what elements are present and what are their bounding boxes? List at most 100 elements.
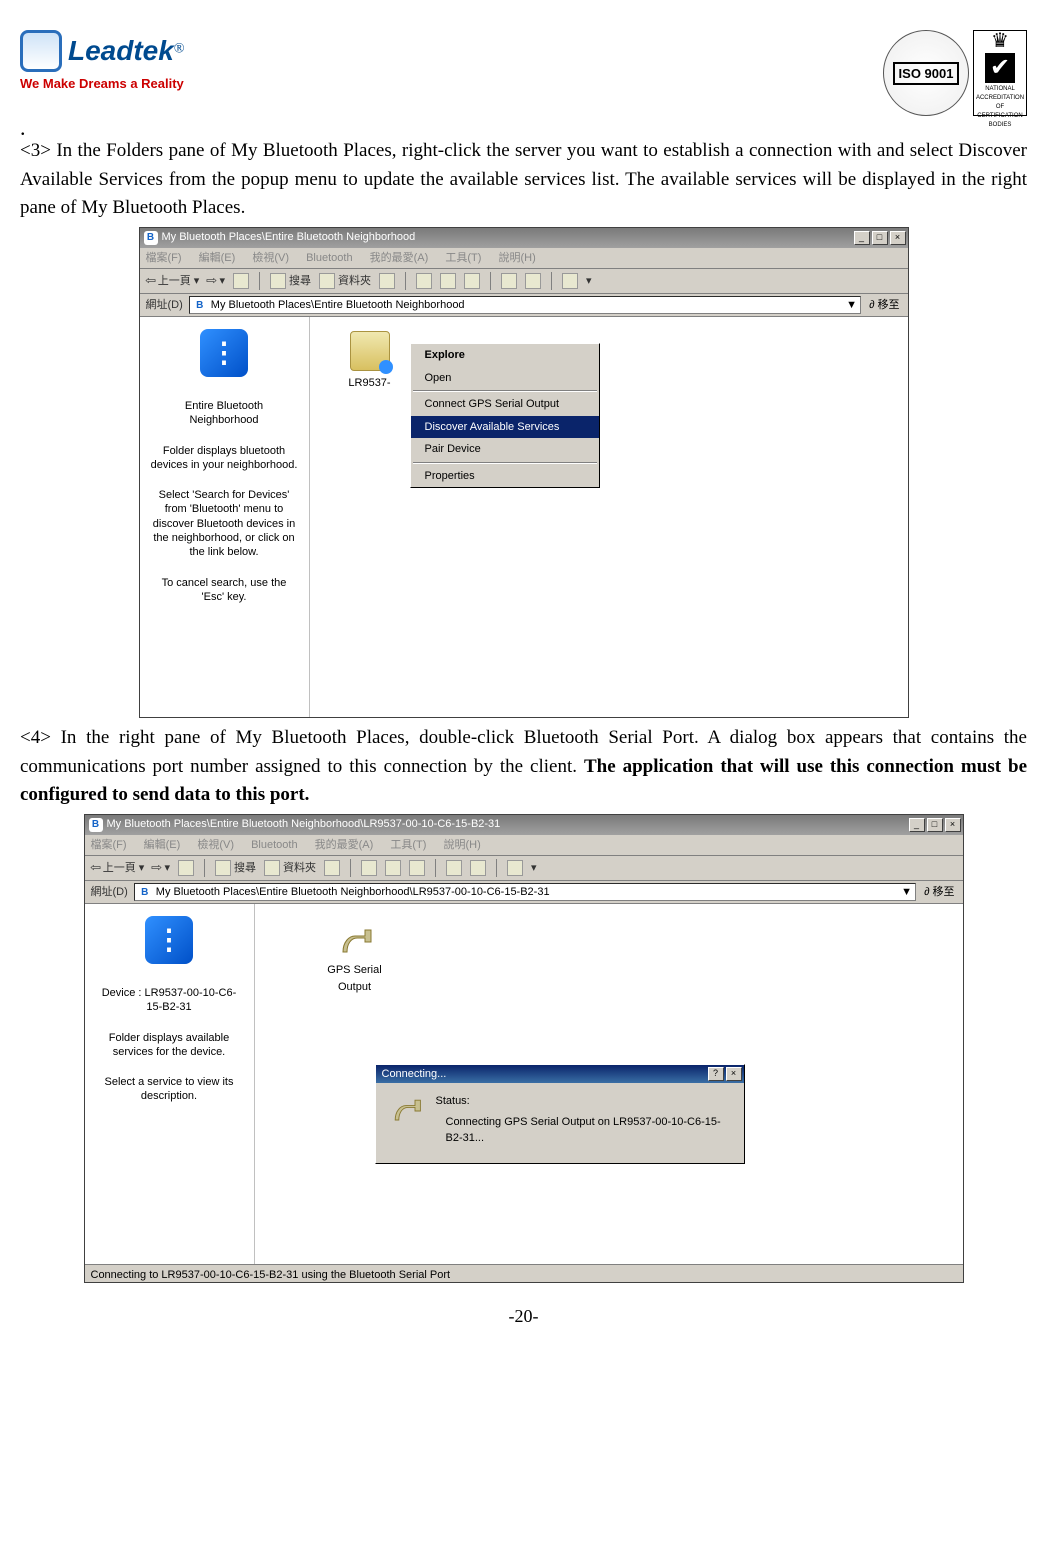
back-button[interactable]: ⇦上一頁 ▾: [91, 860, 145, 877]
brand-logo: Leadtek® We Make Dreams a Reality: [20, 30, 184, 94]
bluetooth-logo-icon: ⋮: [145, 916, 193, 964]
device-item[interactable]: LR9537-: [330, 331, 410, 392]
bluetooth-logo-icon: ⋮: [200, 329, 248, 377]
brand-tagline: We Make Dreams a Reality: [20, 74, 184, 94]
instruction-step-3: <3> In the Folders pane of My Bluetooth …: [20, 137, 1027, 223]
menu-bar[interactable]: 檔案(F) 編輯(E) 檢視(V) Bluetooth 我的最愛(A) 工具(T…: [85, 835, 963, 857]
pane-desc-1: Folder displays bluetooth devices in you…: [150, 444, 299, 473]
logo-mark-icon: [20, 30, 62, 72]
search-button[interactable]: 搜尋: [215, 860, 256, 877]
menu-file[interactable]: 檔案(F): [91, 839, 127, 851]
ctx-connect[interactable]: Connect GPS Serial Output: [411, 393, 599, 416]
pane-desc-3: To cancel search, use the 'Esc' key.: [150, 576, 299, 605]
go-button[interactable]: ∂移至: [920, 884, 958, 901]
address-bar: 網址(D) B My Bluetooth Places\Entire Bluet…: [85, 881, 963, 904]
toolbar: ⇦上一頁 ▾ ⇨ ▾ 搜尋 資料夾 ▾: [140, 269, 908, 294]
copy-icon[interactable]: [385, 860, 401, 876]
menu-help[interactable]: 說明(H): [498, 252, 535, 264]
menu-view[interactable]: 檢視(V): [252, 252, 289, 264]
maximize-button[interactable]: □: [872, 231, 888, 245]
menu-favorites[interactable]: 我的最愛(A): [370, 252, 429, 264]
menu-tools[interactable]: 工具(T): [445, 252, 481, 264]
back-button[interactable]: ⇦上一頁 ▾: [146, 273, 200, 290]
page-header: Leadtek® We Make Dreams a Reality ISO 90…: [20, 30, 1027, 122]
menu-view[interactable]: 檢視(V): [197, 839, 234, 851]
up-icon[interactable]: [178, 860, 194, 876]
titlebar[interactable]: B My Bluetooth Places\Entire Bluetooth N…: [140, 228, 908, 248]
certification-badges: ISO 9001 ♛ ✔ NATIONAL ACCREDITATION OF C…: [883, 30, 1027, 116]
copy-icon[interactable]: [440, 273, 456, 289]
info-pane: ⋮ Entire Bluetooth Neighborhood Folder d…: [140, 317, 310, 717]
minimize-button[interactable]: _: [909, 818, 925, 832]
maximize-button[interactable]: □: [927, 818, 943, 832]
pane-desc-1: Folder displays available services for t…: [95, 1031, 244, 1060]
connecting-dialog: Connecting... ? × Status: Connecting GPS…: [375, 1064, 745, 1164]
menu-bar[interactable]: 檔案(F) 編輯(E) 檢視(V) Bluetooth 我的最愛(A) 工具(T…: [140, 248, 908, 270]
accreditation-badge-icon: ♛ ✔ NATIONAL ACCREDITATION OF CERTIFICAT…: [973, 30, 1027, 116]
content-pane[interactable]: GPS Serial Output Connecting... ? × Stat…: [255, 904, 963, 1264]
dialog-titlebar[interactable]: Connecting... ? ×: [376, 1065, 744, 1083]
forward-button[interactable]: ⇨ ▾: [207, 273, 225, 290]
titlebar[interactable]: B My Bluetooth Places\Entire Bluetooth N…: [85, 815, 963, 835]
service-item[interactable]: GPS Serial Output: [315, 922, 395, 995]
registered-mark: ®: [174, 42, 185, 57]
menu-edit[interactable]: 編輯(E): [144, 839, 181, 851]
pane-title: Entire Bluetooth Neighborhood: [150, 399, 299, 428]
paste-icon[interactable]: [409, 860, 425, 876]
menu-help[interactable]: 說明(H): [443, 839, 480, 851]
address-input[interactable]: B My Bluetooth Places\Entire Bluetooth N…: [134, 883, 916, 901]
up-icon[interactable]: [233, 273, 249, 289]
cut-icon[interactable]: [361, 860, 377, 876]
bluetooth-icon: B: [89, 818, 103, 832]
screenshot-1-window: B My Bluetooth Places\Entire Bluetooth N…: [139, 227, 909, 719]
iso-badge-icon: ISO 9001: [883, 30, 969, 116]
ctx-explore[interactable]: Explore: [411, 344, 599, 367]
bluetooth-icon: B: [144, 231, 158, 245]
close-button[interactable]: ×: [890, 231, 906, 245]
views-icon[interactable]: [507, 860, 523, 876]
ctx-open[interactable]: Open: [411, 367, 599, 390]
ctx-pair[interactable]: Pair Device: [411, 438, 599, 461]
bluetooth-icon: B: [193, 298, 207, 312]
window-title: My Bluetooth Places\Entire Bluetooth Nei…: [162, 229, 416, 246]
service-label: GPS Serial Output: [315, 962, 395, 995]
minimize-button[interactable]: _: [854, 231, 870, 245]
menu-favorites[interactable]: 我的最愛(A): [315, 839, 374, 851]
forward-button[interactable]: ⇨ ▾: [152, 860, 170, 877]
history-icon[interactable]: [379, 273, 395, 289]
status-text: Connecting GPS Serial Output on LR9537-0…: [436, 1110, 732, 1147]
search-button[interactable]: 搜尋: [270, 273, 311, 290]
help-button[interactable]: ?: [708, 1067, 724, 1081]
delete-icon[interactable]: [446, 860, 462, 876]
paste-icon[interactable]: [464, 273, 480, 289]
brand-name: Leadtek: [68, 35, 174, 66]
device-icon: [350, 331, 390, 371]
menu-file[interactable]: 檔案(F): [146, 252, 182, 264]
folders-button[interactable]: 資料夾: [264, 860, 316, 877]
serial-port-icon: [335, 922, 375, 962]
content-pane[interactable]: LR9537- Explore Open Connect GPS Serial …: [310, 317, 908, 717]
instruction-step-4: <4> In the right pane of My Bluetooth Pl…: [20, 724, 1027, 810]
properties-icon[interactable]: [525, 273, 541, 289]
pane-title: Device : LR9537-00-10-C6-15-B2-31: [95, 986, 244, 1015]
menu-bluetooth[interactable]: Bluetooth: [306, 252, 352, 264]
delete-icon[interactable]: [501, 273, 517, 289]
menu-edit[interactable]: 編輯(E): [199, 252, 236, 264]
views-icon[interactable]: [562, 273, 578, 289]
window-title: My Bluetooth Places\Entire Bluetooth Nei…: [107, 816, 501, 833]
ctx-properties[interactable]: Properties: [411, 465, 599, 488]
ctx-discover[interactable]: Discover Available Services: [411, 416, 599, 439]
address-input[interactable]: B My Bluetooth Places\Entire Bluetooth N…: [189, 296, 861, 314]
folders-button[interactable]: 資料夾: [319, 273, 371, 290]
menu-bluetooth[interactable]: Bluetooth: [251, 839, 297, 851]
status-bar: Connecting to LR9537-00-10-C6-15-B2-31 u…: [85, 1264, 963, 1282]
history-icon[interactable]: [324, 860, 340, 876]
bluetooth-icon: B: [138, 885, 152, 899]
close-button[interactable]: ×: [726, 1067, 742, 1081]
address-label: 網址(D): [89, 884, 130, 901]
close-button[interactable]: ×: [945, 818, 961, 832]
cut-icon[interactable]: [416, 273, 432, 289]
menu-tools[interactable]: 工具(T): [390, 839, 426, 851]
properties-icon[interactable]: [470, 860, 486, 876]
go-button[interactable]: ∂移至: [865, 297, 903, 314]
